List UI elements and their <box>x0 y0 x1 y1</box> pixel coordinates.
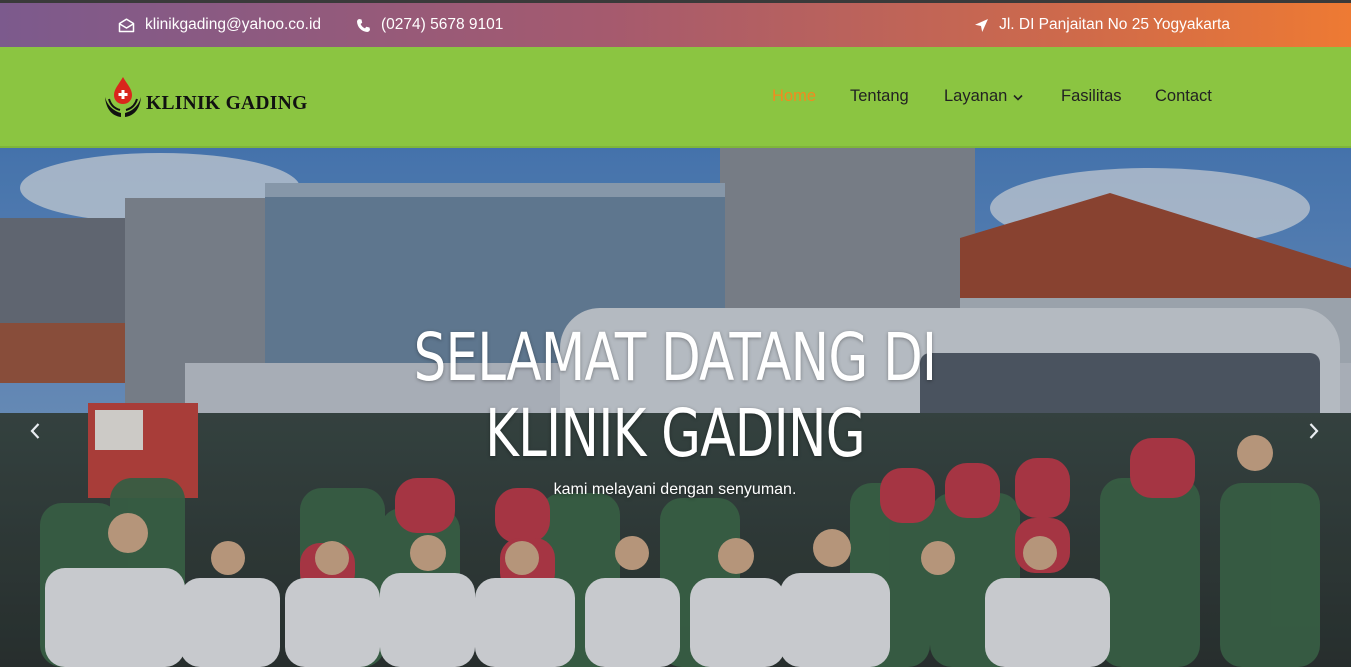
topbar-email-text: klinikgading@yahoo.co.id <box>145 16 322 33</box>
chevron-left-icon <box>29 422 41 445</box>
nav-item-label: Contact <box>1155 87 1212 105</box>
hero-title-line-2: KLINIK GADING <box>485 395 865 472</box>
phone-icon <box>356 18 371 33</box>
topbar-address[interactable]: Jl. DI Panjaitan No 25 Yogyakarta <box>974 3 1230 47</box>
nav-item-label: Layanan <box>944 87 1008 105</box>
main-navbar: KLINIK GADING Home Tentang Layanan Fasil… <box>0 47 1351 148</box>
brand-name: KLINIK GADING <box>146 92 308 114</box>
slider-prev-button[interactable] <box>22 418 48 448</box>
nav-item-tentang[interactable]: Tentang <box>850 87 909 106</box>
topbar-phone-text: (0274) 5678 9101 <box>381 16 504 33</box>
chevron-right-icon <box>1308 422 1320 445</box>
top-info-bar: klinikgading@yahoo.co.id (0274) 5678 910… <box>0 3 1351 47</box>
hero-slider: SELAMAT DATANG DI KLINIK GADING kami mel… <box>0 148 1351 667</box>
blood-drop-hands-icon <box>103 75 143 124</box>
brand-logo[interactable]: KLINIK GADING <box>103 75 308 124</box>
topbar-address-text: Jl. DI Panjaitan No 25 Yogyakarta <box>999 16 1230 33</box>
envelope-icon <box>118 17 135 33</box>
hero-title: SELAMAT DATANG DI KLINIK GADING <box>363 320 987 472</box>
nav-item-fasilitas[interactable]: Fasilitas <box>1061 87 1122 106</box>
nav-item-label: Fasilitas <box>1061 87 1122 105</box>
hero-title-line-1: SELAMAT DATANG DI <box>413 319 937 396</box>
nav-item-contact[interactable]: Contact <box>1155 87 1212 106</box>
topbar-email[interactable]: klinikgading@yahoo.co.id <box>118 3 321 47</box>
location-arrow-icon <box>974 18 989 33</box>
nav-item-label: Home <box>772 87 817 105</box>
chevron-down-icon <box>1013 87 1023 106</box>
nav-item-label: Tentang <box>850 87 909 105</box>
topbar-phone[interactable]: (0274) 5678 9101 <box>356 3 503 47</box>
nav-item-home[interactable]: Home <box>772 87 816 106</box>
slider-next-button[interactable] <box>1301 418 1327 448</box>
nav-item-layanan[interactable]: Layanan <box>944 87 1023 106</box>
hero-subtitle: kami melayani dengan senyuman. <box>553 481 797 498</box>
